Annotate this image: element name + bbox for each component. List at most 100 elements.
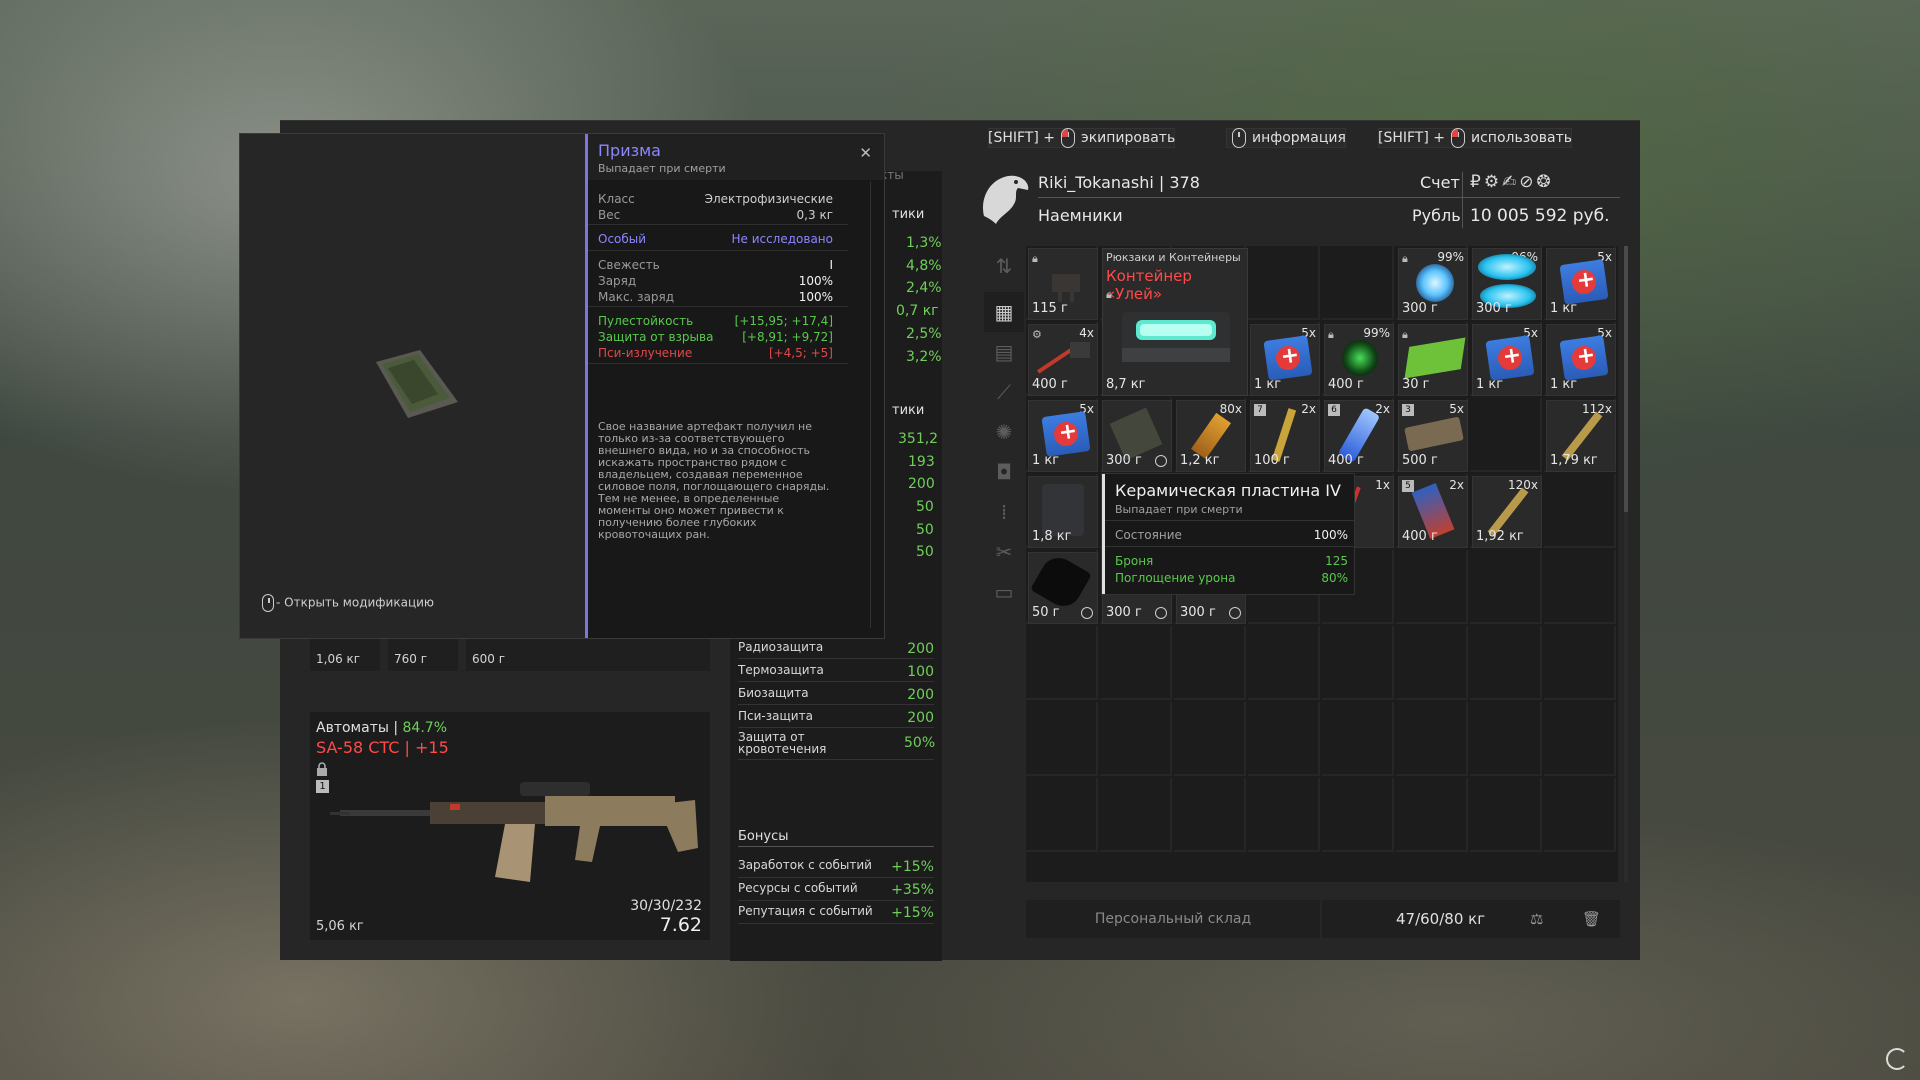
lock-icon: 🔒︎ — [1032, 252, 1038, 265]
stat-row: Биозащита 200 — [738, 686, 934, 703]
ration-image — [1404, 416, 1464, 452]
artifact-orb-image — [1416, 264, 1454, 302]
sort-icon[interactable]: ⇅ — [984, 246, 1024, 286]
artifact-preview-pane[interactable]: - Открыть модификацию — [240, 134, 585, 638]
container-image — [1122, 312, 1230, 362]
inventory-item[interactable]: 5x 1 кг — [1028, 400, 1098, 472]
weapon-slot-card[interactable]: Автоматы | 84.7% SA-58 CTC | +15 1 5,06 … — [310, 712, 710, 940]
stat-value: 50% — [904, 735, 936, 751]
caliber: 7.62 — [659, 914, 702, 936]
artifact-3d-model — [376, 350, 458, 418]
weapon-category: Автоматы | 84.7% — [316, 720, 447, 736]
mouse-icon — [1232, 128, 1246, 148]
inventory-item[interactable]: 🔒︎ 99% 400 г — [1324, 324, 1394, 396]
inventory-item[interactable]: 5x 1 кг — [1546, 324, 1616, 396]
info-row: Защита от взрыва [+8,91; +9,72] — [598, 330, 833, 344]
stat-value: 50 — [916, 499, 934, 515]
tooltip-title: Керамическая пластина IV — [1115, 481, 1341, 500]
artifact-image — [1478, 254, 1536, 280]
inventory-item[interactable]: 6 2x 400 г — [1324, 400, 1394, 472]
ammo-icon[interactable]: ⁞ — [984, 492, 1024, 532]
loading-spinner-icon — [1886, 1048, 1908, 1070]
trash-icon[interactable]: 🗑︎ — [1582, 910, 1601, 928]
bonus-row: Репутация с событий +15% — [738, 904, 934, 921]
mouse-left-icon — [1061, 128, 1076, 148]
stat-value: 3,2% — [906, 349, 942, 365]
personal-stash-button[interactable]: Персональный склад — [1026, 900, 1322, 938]
artifact-icon[interactable]: ✺ — [984, 412, 1024, 452]
close-icon[interactable]: ✕ — [859, 144, 872, 162]
inventory-item[interactable]: 5x 1 кг — [1546, 248, 1616, 320]
armor-icon[interactable]: ▤ — [984, 332, 1024, 372]
misc-icon[interactable]: ▭ — [984, 572, 1024, 612]
inventory-item[interactable]: 80x 1,2 кг — [1176, 400, 1246, 472]
info-row: Класс Электрофизические — [598, 192, 833, 206]
medkit-image — [1041, 411, 1091, 457]
artifact-description: Свое название артефакт получил не только… — [598, 420, 830, 541]
artifact-image — [1342, 340, 1378, 376]
info-row: Заряд 100% — [598, 274, 833, 288]
tooltip-row: Состояние 100% — [1115, 528, 1348, 542]
currency-label: Рубль — [1412, 206, 1461, 225]
controls-hint-bar: [SHIFT] + экипировать информация [SHIFT] … — [988, 128, 1572, 148]
stat-row: Радиозащита 200 — [738, 640, 934, 657]
stat-value: 200 — [908, 476, 935, 492]
inventory-item[interactable]: 300 г — [1102, 400, 1172, 472]
inventory-scrollbar[interactable] — [1624, 246, 1628, 882]
currency-icons[interactable]: ₽⚙✍⊘❂ — [1470, 172, 1554, 192]
bonuses-title: Бонусы — [738, 829, 789, 844]
section-title-fragment: тики — [892, 207, 925, 222]
lock-icon: 🔒︎ — [1402, 252, 1408, 265]
info-row: Особый Не исследовано — [598, 232, 833, 246]
inventory-item[interactable]: 120x 1,92 кг — [1472, 476, 1542, 548]
inventory-item[interactable]: 5x 1 кг — [1250, 324, 1320, 396]
inventory-item[interactable]: 112x 1,79 кг — [1546, 400, 1616, 472]
medkit-image — [1263, 335, 1313, 381]
container-item-hive[interactable]: Рюкзаки и Контейнеры Контейнер «Улей» 🔒︎… — [1102, 248, 1248, 396]
inventory-item[interactable]: 96% 300 г — [1472, 248, 1542, 320]
info-row: Пулестойкость [+15,95; +17,4] — [598, 314, 833, 328]
stat-value: 0,7 кг — [896, 303, 939, 319]
medkit-image — [1485, 335, 1535, 381]
inventory-item[interactable]: 7 2x 100 г — [1250, 400, 1320, 472]
info-row: Свежесть I — [598, 258, 833, 272]
info-row: Пси-излучение [+4,5; +5] — [598, 346, 833, 360]
device-icon[interactable]: ◘ — [984, 452, 1024, 492]
inventory-item[interactable]: 5 2x 400 г — [1398, 476, 1468, 548]
artifact-info-pane: Призма Выпадает при смерти ✕ Класс Электр… — [585, 134, 884, 638]
weight-capacity: 47/60/80 кг — [1396, 910, 1486, 928]
player-faction: Наемники — [1038, 206, 1123, 225]
inventory-item[interactable]: 3 5x 500 г — [1398, 400, 1468, 472]
medkit-image — [1559, 335, 1609, 381]
stat-value: 2,4% — [906, 280, 942, 296]
inventory-item[interactable]: 🔒︎ 99% 300 г — [1398, 248, 1468, 320]
clock-icon — [1229, 607, 1241, 619]
inventory-item[interactable]: 5x 1 кг — [1472, 324, 1542, 396]
device-item-image — [1052, 274, 1080, 302]
tooltip-row: Броня 125 — [1115, 554, 1348, 568]
inventory-item[interactable]: 🔒︎ 115 г — [1028, 248, 1098, 320]
eagle-faction-icon — [983, 175, 1029, 224]
info-row: Вес 0,3 кг — [598, 208, 833, 222]
info-row: Макс. заряд 100% — [598, 290, 833, 304]
tools-icon[interactable]: ✂ — [984, 532, 1024, 572]
medkit-image — [1559, 259, 1609, 305]
inventory-item[interactable]: ⚙ 4x 400 г — [1028, 324, 1098, 396]
inventory-item[interactable]: 🔒︎ 30 г — [1398, 324, 1468, 396]
grid-all-icon[interactable]: ▦ — [984, 292, 1024, 332]
rifle-image — [330, 782, 698, 882]
weapon-icon[interactable]: ⟋ — [984, 372, 1024, 412]
scrollbar[interactable] — [870, 182, 871, 628]
inventory-item[interactable]: 50 г — [1028, 552, 1098, 624]
inventory-footer: Персональный склад 47/60/80 кг ⚖ 🗑︎ — [1026, 900, 1620, 938]
detector-image — [1036, 342, 1090, 374]
artifact-detail-popup: - Открыть модификацию Призма Выпадает пр… — [240, 134, 884, 638]
inventory-item[interactable]: 1,8 кг — [1028, 476, 1098, 548]
stat-value: 2,5% — [906, 326, 942, 342]
stat-value: 4,8% — [906, 258, 942, 274]
ammo-counter: 30/30/232 — [630, 898, 702, 914]
slot-number-badge: 1 — [316, 780, 329, 793]
player-profile: Riki_Tokanashi | 378 Наемники Счет Рубль… — [978, 170, 1620, 230]
bonus-row: Заработок с событий +15% — [738, 858, 934, 875]
tooltip-row: Поглощение урона 80% — [1115, 571, 1348, 585]
